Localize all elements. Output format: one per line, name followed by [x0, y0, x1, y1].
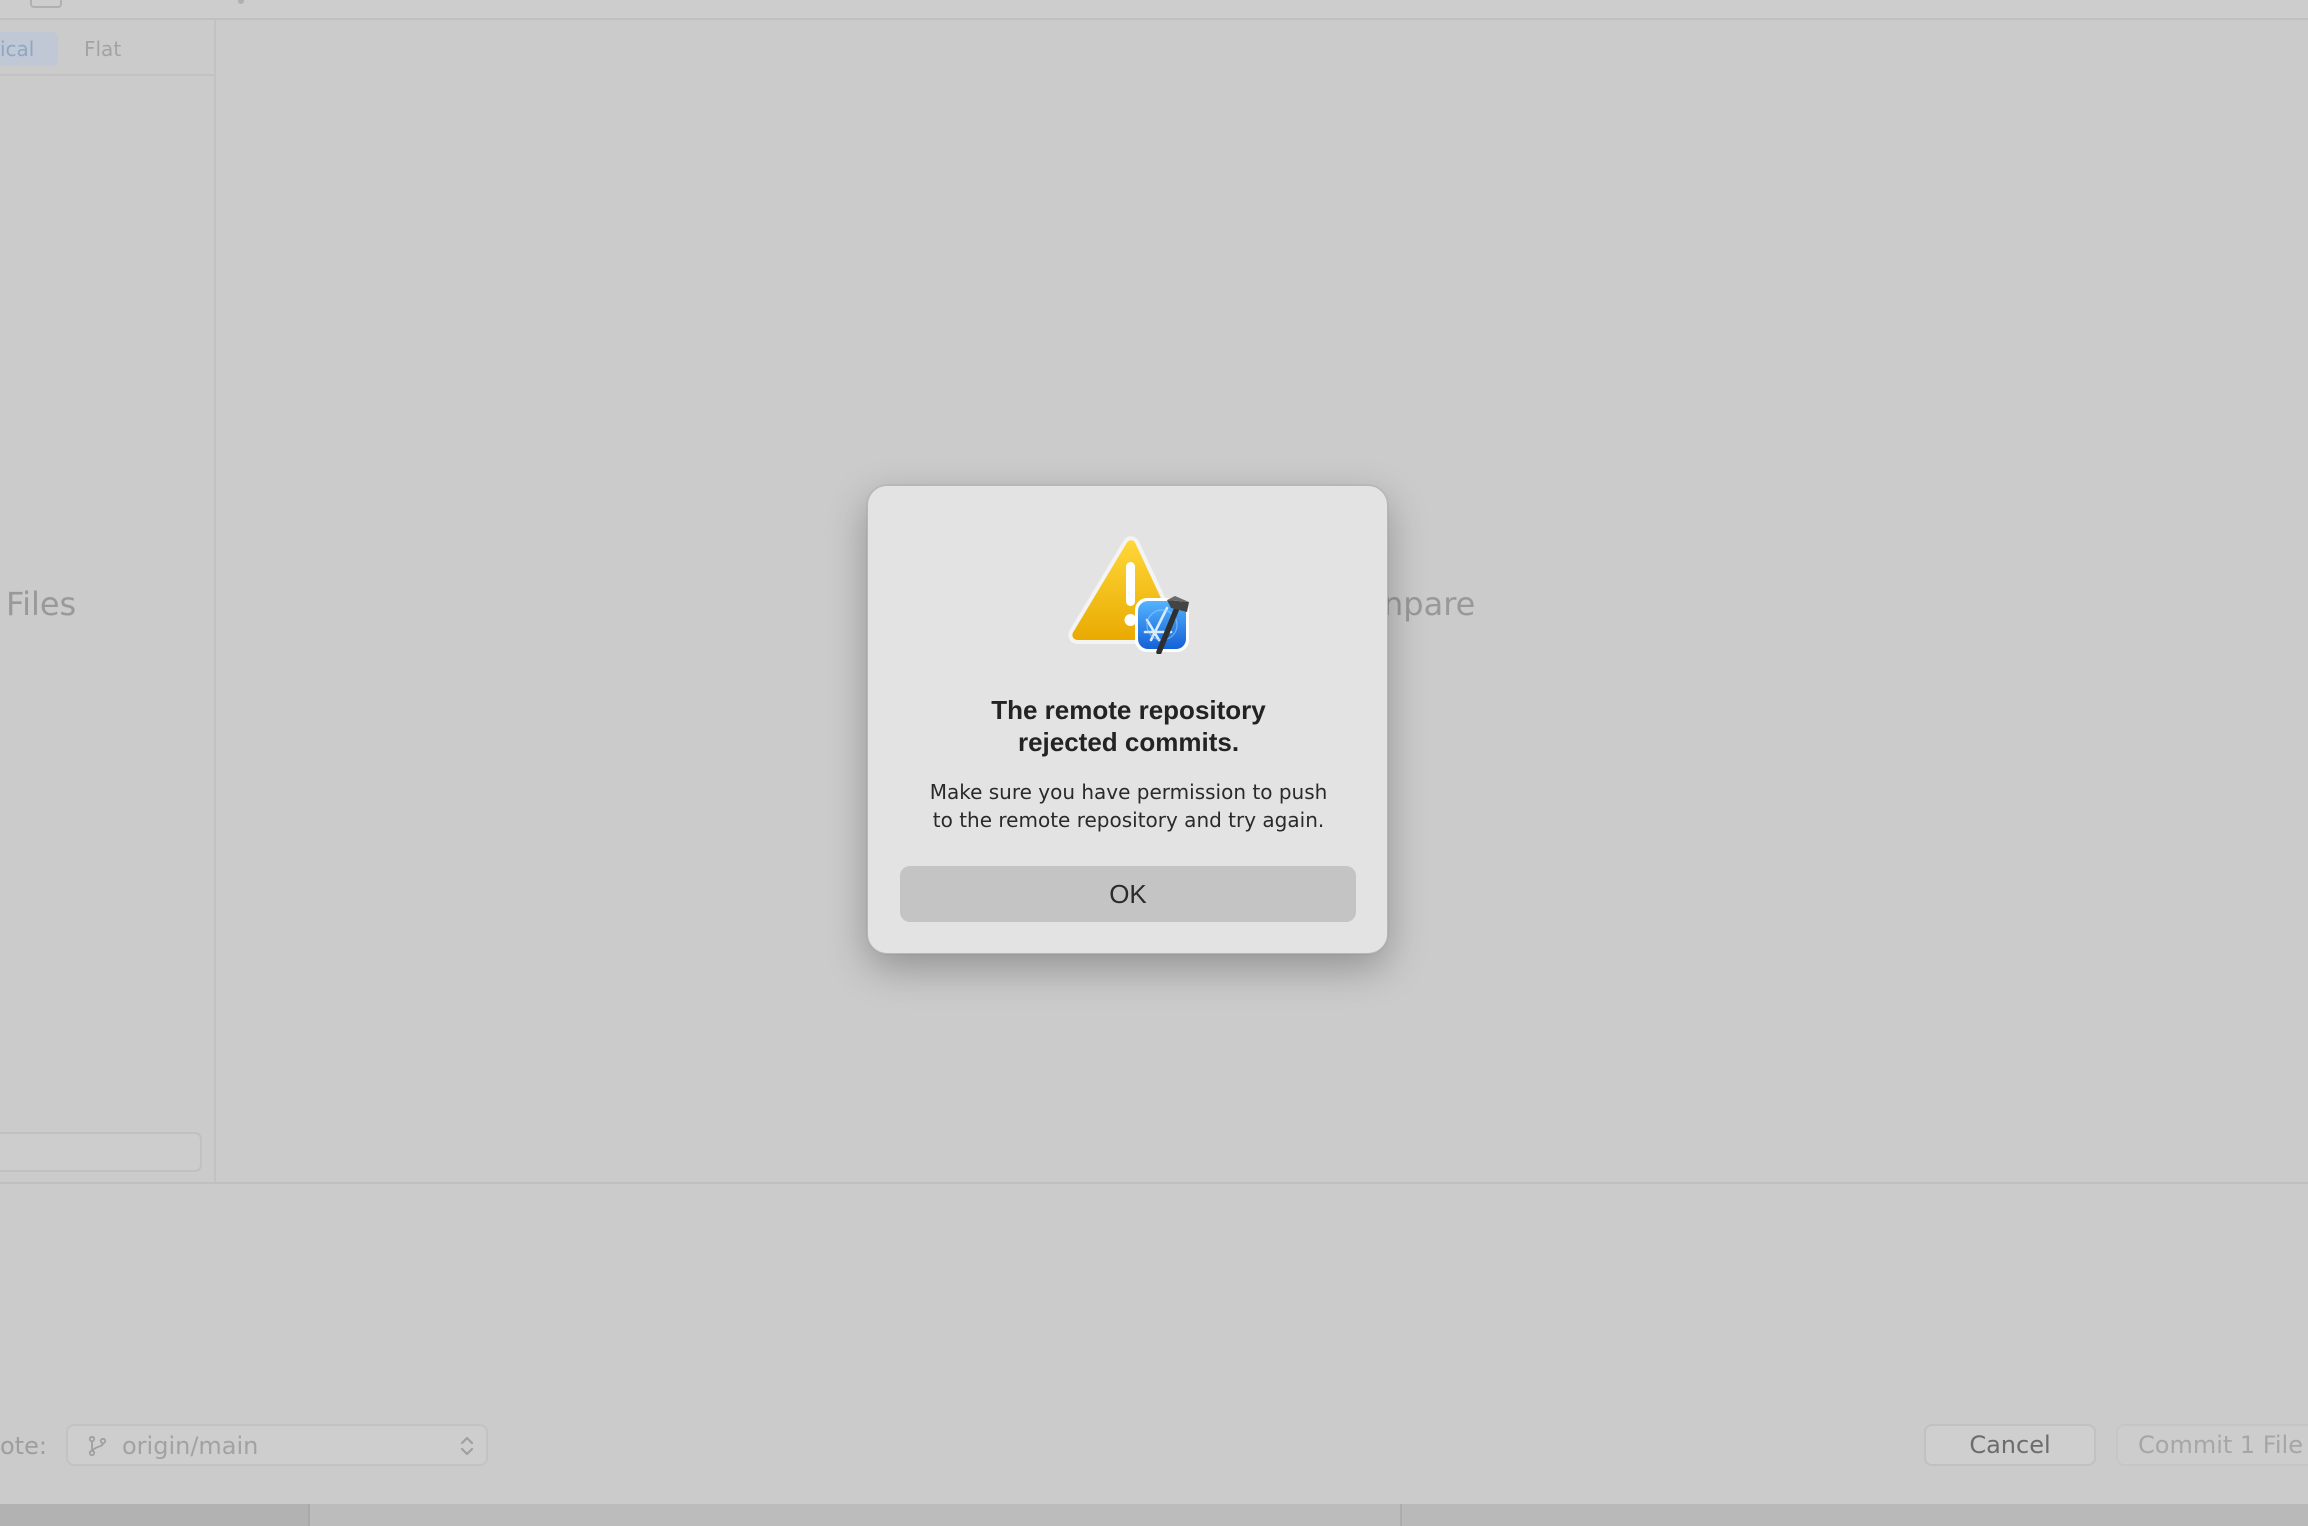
- remote-branch-select[interactable]: origin/main: [66, 1424, 488, 1466]
- toolbar-control-fragment: [30, 0, 62, 8]
- commit-message-area[interactable]: [0, 1182, 2308, 1386]
- bottom-bar-segment: [310, 1504, 1402, 1526]
- sidebar-filter-field[interactable]: [0, 1132, 202, 1172]
- toolbar-strip: [0, 0, 2308, 20]
- ok-button[interactable]: OK: [900, 866, 1356, 922]
- alert-message-line: Make sure you have permission to push: [929, 780, 1328, 804]
- push-rejected-alert: The remote repository rejected commits. …: [867, 485, 1388, 954]
- remote-label: ote:: [0, 1432, 47, 1460]
- main-empty-state: npare: [1383, 585, 1476, 623]
- sidebar-empty-state: Files: [6, 585, 77, 623]
- toolbar-control-fragment: [238, 0, 244, 4]
- commit-button[interactable]: Commit 1 File: [2116, 1424, 2308, 1466]
- alert-title-line: rejected commits.: [1017, 727, 1240, 757]
- alert-title-line: The remote repository: [991, 695, 1266, 725]
- cancel-button[interactable]: Cancel: [1924, 1424, 2096, 1466]
- commit-footer: ote: origin/main Cancel Commit 1 File: [0, 1384, 2308, 1504]
- window-bottom-edge: [0, 1504, 2308, 1526]
- xcode-window: ical Flat Files npare ote: origin/main C…: [0, 0, 2308, 1526]
- alert-title: The remote repository rejected commits.: [888, 694, 1369, 758]
- alert-message-line: to the remote repository and try again.: [932, 808, 1325, 832]
- file-sidebar: ical Flat Files: [0, 20, 216, 1182]
- bottom-bar-segment: [0, 1504, 310, 1526]
- segment-hierarchical[interactable]: ical: [0, 32, 58, 66]
- segment-flat[interactable]: Flat: [72, 32, 133, 66]
- remote-branch-value: origin/main: [122, 1432, 259, 1460]
- chevron-up-down-icon: [460, 1436, 474, 1456]
- branch-icon: [88, 1435, 107, 1457]
- warning-xcode-icon: [1068, 536, 1189, 654]
- view-mode-segmented-control: ical Flat: [0, 20, 214, 76]
- alert-message: Make sure you have permission to push to…: [888, 778, 1369, 834]
